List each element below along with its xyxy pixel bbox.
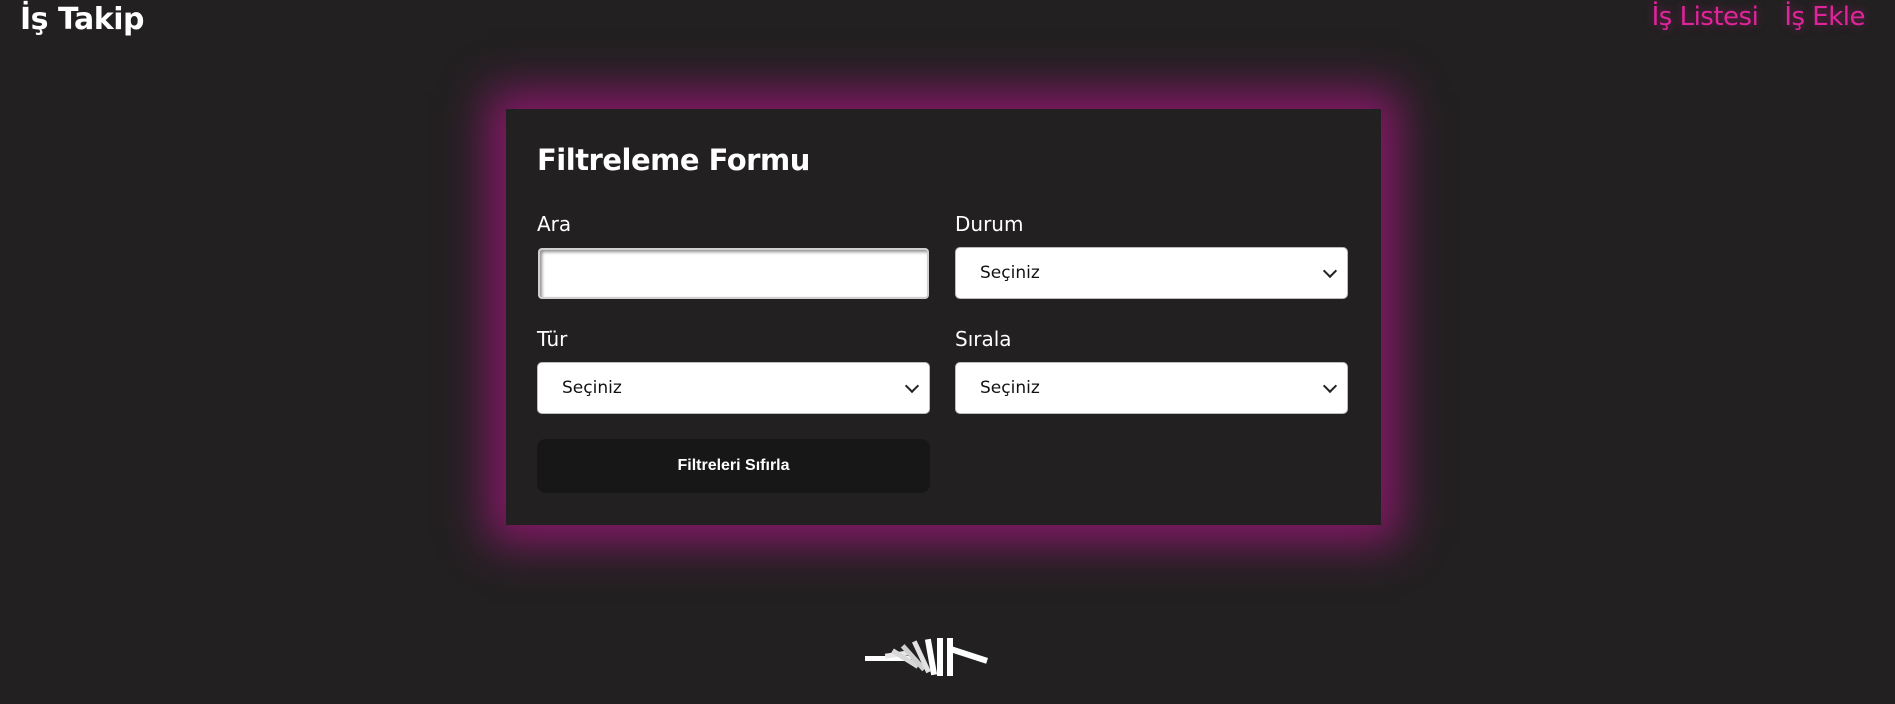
chevron-down-icon <box>904 378 920 393</box>
dominoes-loader-icon <box>865 638 988 676</box>
loader-domino <box>950 646 988 664</box>
nav-link-add-job[interactable]: İş Ekle <box>1784 2 1865 32</box>
sort-select-value: Seçiniz <box>980 378 1040 398</box>
status-label: Durum <box>955 212 1024 236</box>
brand-logo[interactable]: İş Takip <box>20 2 145 37</box>
main-nav: İş Listesi İş Ekle <box>1652 2 1866 32</box>
reset-filters-button[interactable]: Filtreleri Sıfırla <box>537 439 930 493</box>
status-select[interactable]: Seçiniz <box>955 247 1348 299</box>
app-root: İş Takip İş Listesi İş Ekle Filtreleme F… <box>0 0 1895 704</box>
chevron-down-icon <box>1322 263 1338 278</box>
type-select-value: Seçiniz <box>562 378 622 398</box>
filter-form-card: Filtreleme Formu Ara Durum Seçiniz Tür S… <box>506 109 1381 525</box>
chevron-down-icon <box>1322 378 1338 393</box>
search-input[interactable] <box>538 248 929 299</box>
status-select-value: Seçiniz <box>980 263 1040 283</box>
search-label: Ara <box>537 212 572 236</box>
sort-select[interactable]: Seçiniz <box>955 362 1348 414</box>
loader-domino <box>947 638 953 676</box>
type-label: Tür <box>537 327 568 351</box>
loader-domino <box>937 638 943 676</box>
sort-label: Sırala <box>955 327 1012 351</box>
nav-link-job-list[interactable]: İş Listesi <box>1652 2 1759 32</box>
form-title: Filtreleme Formu <box>537 143 810 177</box>
type-select[interactable]: Seçiniz <box>537 362 930 414</box>
